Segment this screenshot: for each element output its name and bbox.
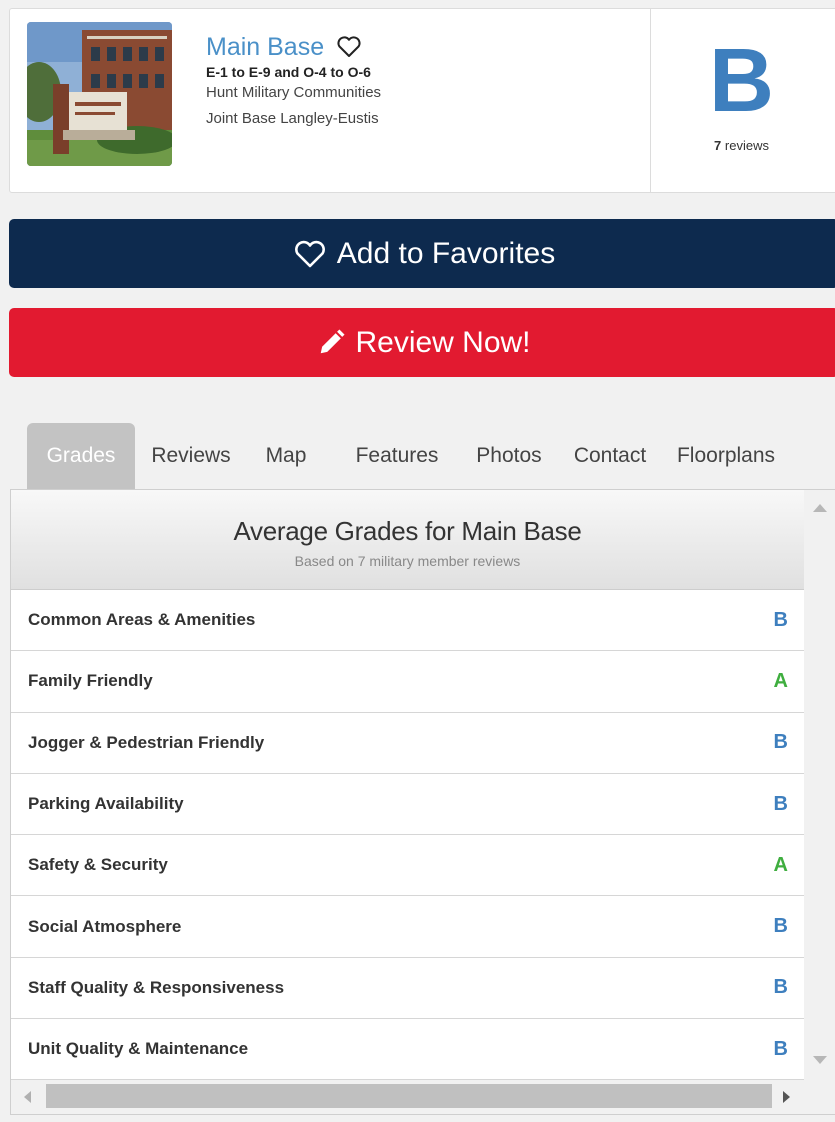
grade-value: B — [773, 1037, 788, 1060]
rank-range: E-1 to E-9 and O-4 to O-6 — [206, 64, 371, 80]
grade-row: Parking Availability B — [11, 774, 804, 836]
horizontal-scrollbar[interactable] — [11, 1080, 804, 1114]
tab-photos[interactable]: Photos — [469, 423, 549, 489]
pencil-icon — [317, 328, 346, 357]
grade-category: Staff Quality & Responsiveness — [28, 977, 285, 997]
grade-row: Family Friendly A — [11, 651, 804, 713]
tab-reviews[interactable]: Reviews — [135, 423, 247, 489]
community-tabs: Grades Reviews Map Features Photos Conta… — [27, 423, 781, 489]
scroll-up-icon[interactable] — [813, 504, 827, 512]
grade-value: B — [773, 915, 788, 938]
military-base: Joint Base Langley-Eustis — [206, 110, 379, 127]
community-photo[interactable] — [27, 22, 172, 166]
scrollbar-corner — [804, 1080, 835, 1114]
grade-row: Staff Quality & Responsiveness B — [11, 958, 804, 1020]
tab-map[interactable]: Map — [247, 423, 325, 489]
grade-category: Social Atmosphere — [28, 916, 182, 936]
review-count-word: reviews — [724, 138, 769, 153]
add-to-favorites-button[interactable]: Add to Favorites — [9, 219, 835, 288]
grade-category: Parking Availability — [28, 794, 184, 814]
grade-value: B — [773, 976, 788, 999]
vertical-scrollbar[interactable] — [804, 490, 835, 1080]
review-now-button[interactable]: Review Now! — [9, 308, 835, 377]
heart-outline-icon — [293, 239, 327, 269]
community-info: Main Base E-1 to E-9 and O-4 to O-6 Hunt… — [206, 33, 381, 128]
grade-row: Social Atmosphere B — [11, 896, 804, 958]
grade-value: B — [773, 731, 788, 754]
grade-category: Common Areas & Amenities — [28, 610, 256, 630]
grade-value: B — [773, 608, 788, 631]
heart-outline-icon[interactable] — [336, 35, 362, 59]
grade-row: Jogger & Pedestrian Friendly B — [11, 713, 804, 774]
add-to-favorites-label: Add to Favorites — [336, 236, 556, 270]
grade-row: Common Areas & Amenities B — [11, 590, 804, 652]
tab-grades[interactable]: Grades — [27, 423, 135, 489]
grade-value: A — [773, 669, 788, 692]
overall-grade-box: B 7 reviews — [650, 9, 835, 192]
community-name[interactable]: Main Base — [206, 33, 324, 61]
grade-row: Unit Quality & Maintenance B — [11, 1019, 804, 1081]
grade-value: A — [773, 853, 788, 876]
review-now-label: Review Now! — [355, 325, 531, 359]
grade-category: Family Friendly — [28, 671, 153, 691]
scroll-down-icon[interactable] — [813, 1056, 827, 1064]
tab-features[interactable]: Features — [325, 423, 469, 489]
community-header-card: Main Base E-1 to E-9 and O-4 to O-6 Hunt… — [9, 8, 835, 193]
community-name-row: Main Base — [206, 33, 381, 61]
grade-row: Safety & Security A — [11, 835, 804, 897]
scroll-left-icon[interactable] — [24, 1091, 31, 1103]
tab-contact[interactable]: Contact — [549, 423, 671, 489]
grade-category: Jogger & Pedestrian Friendly — [28, 732, 265, 752]
review-count[interactable]: 7 reviews — [651, 138, 835, 153]
tab-floorplans[interactable]: Floorplans — [671, 423, 781, 489]
grades-panel-header: Average Grades for Main Base Based on 7 … — [11, 490, 804, 590]
management-company: Hunt Military Communities — [206, 84, 382, 101]
grades-panel: Average Grades for Main Base Based on 7 … — [10, 489, 835, 1115]
horizontal-scroll-thumb[interactable] — [46, 1084, 772, 1108]
grade-value: B — [773, 792, 788, 815]
overall-grade: B — [709, 31, 774, 131]
review-count-number: 7 — [714, 138, 722, 153]
grade-category: Safety & Security — [28, 855, 168, 875]
grades-panel-subtitle: Based on 7 military member reviews — [294, 553, 521, 569]
grade-category: Unit Quality & Maintenance — [28, 1039, 249, 1059]
grades-panel-title: Average Grades for Main Base — [233, 516, 582, 546]
grades-list: Common Areas & Amenities B Family Friend… — [11, 590, 804, 1081]
scroll-right-icon[interactable] — [783, 1091, 790, 1103]
